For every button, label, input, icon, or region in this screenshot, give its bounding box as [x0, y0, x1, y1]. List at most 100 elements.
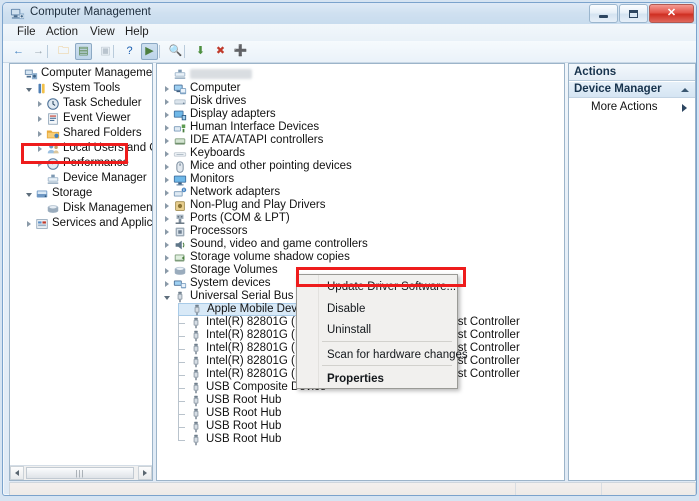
port-icon: [173, 212, 187, 226]
menu-view[interactable]: View: [88, 26, 117, 38]
add-legacy-hardware-icon-glyph: ➕: [234, 46, 248, 57]
device-tree-root[interactable]: [162, 67, 252, 80]
device-tree-item-non-plug-and-play-drivers[interactable]: Non-Plug and Play Drivers: [162, 199, 326, 212]
chevron-up-icon[interactable]: [681, 88, 689, 92]
device-tree-item-mice-and-other-pointing-devices[interactable]: Mice and other pointing devices: [162, 160, 352, 173]
expand-arrow-icon[interactable]: [162, 212, 172, 225]
expand-arrow-icon[interactable]: [35, 142, 45, 155]
scroll-right-icon[interactable]: [138, 466, 152, 480]
console-tree-item-computer-management-local[interactable]: Computer Management (Local: [13, 67, 153, 80]
expand-arrow-icon[interactable]: [35, 127, 45, 140]
device-tree-item-network-adapters[interactable]: Network adapters: [162, 186, 280, 199]
console-tree-item-event-viewer[interactable]: Event Viewer: [35, 112, 131, 125]
collapse-arrow-icon[interactable]: [24, 187, 34, 200]
add-legacy-hardware-icon[interactable]: ➕: [232, 43, 249, 60]
help-icon[interactable]: ?: [121, 43, 138, 60]
expand-arrow-icon[interactable]: [162, 160, 172, 173]
console-tree-item-services-and-applications[interactable]: Services and Applications: [24, 217, 153, 230]
device-tree-item-human-interface-devices[interactable]: Human Interface Devices: [162, 121, 319, 134]
expand-arrow-icon[interactable]: [162, 186, 172, 199]
console-tree-item-disk-management[interactable]: Disk Management: [35, 202, 153, 215]
menu-file[interactable]: File: [15, 26, 38, 38]
device-tree-item-usb-root-hub[interactable]: USB Root Hub: [178, 420, 281, 433]
more-actions-item[interactable]: More Actions: [569, 100, 695, 116]
expand-arrow-icon[interactable]: [162, 277, 172, 290]
expand-arrow-icon[interactable]: [35, 97, 45, 110]
device-tree-item-keyboards[interactable]: Keyboards: [162, 147, 245, 160]
computer-icon: [172, 82, 187, 96]
device-context-menu[interactable]: Update Driver Software...DisableUninstal…: [296, 274, 458, 389]
up-folder-icon[interactable]: 🗀: [55, 43, 72, 60]
device-tree-item-label: Processors: [190, 225, 248, 238]
context-menu-item-update-driver-software[interactable]: Update Driver Software...: [320, 277, 457, 297]
console-tree-item-shared-folders[interactable]: Shared Folders: [35, 127, 142, 140]
forward-arrow-icon[interactable]: →: [30, 43, 47, 60]
expand-arrow-icon[interactable]: [35, 157, 45, 170]
expand-arrow-icon[interactable]: [162, 108, 172, 121]
console-tree-item-system-tools[interactable]: System Tools: [24, 82, 120, 95]
expand-arrow-icon[interactable]: [162, 199, 172, 212]
expand-arrow-icon[interactable]: [162, 173, 172, 186]
context-menu-item-properties[interactable]: Properties: [320, 369, 457, 389]
expand-arrow-icon[interactable]: [35, 112, 45, 125]
device-tree-item-storage-volumes[interactable]: Storage Volumes: [162, 264, 278, 277]
console-tree-item-task-scheduler[interactable]: Task Scheduler: [35, 97, 142, 110]
tree-indent-spacer: [178, 316, 188, 329]
device-tree-item-processors[interactable]: Processors: [162, 225, 248, 238]
device-tree-item-storage-volume-shadow-copies[interactable]: Storage volume shadow copies: [162, 251, 350, 264]
device-tree-item-usb-root-hub[interactable]: USB Root Hub: [178, 433, 281, 446]
usb-icon: [173, 290, 187, 304]
console-tree-item-performance[interactable]: Performance: [35, 157, 129, 170]
device-tree-item-disk-drives[interactable]: Disk drives: [162, 95, 246, 108]
uninstall-device-icon[interactable]: ✖: [212, 43, 229, 60]
device-tree-item-sound-video-and-game-controllers[interactable]: Sound, video and game controllers: [162, 238, 368, 251]
close-button[interactable]: ✕: [649, 4, 694, 23]
device-tree-item-system-devices[interactable]: System devices: [162, 277, 271, 290]
expand-arrow-icon[interactable]: [162, 82, 172, 95]
console-tree-item-storage[interactable]: Storage: [24, 187, 92, 200]
menu-help[interactable]: Help: [123, 26, 151, 38]
context-menu-item-uninstall[interactable]: Uninstall: [320, 320, 457, 340]
status-segment-2: [601, 483, 603, 496]
monitor-icon: [172, 173, 187, 187]
properties-icon[interactable]: ▣: [97, 43, 114, 60]
console-tree-hscrollbar[interactable]: |||: [10, 465, 152, 480]
device-tree-item-monitors[interactable]: Monitors: [162, 173, 234, 186]
expand-arrow-icon[interactable]: [162, 134, 172, 147]
expand-arrow-icon[interactable]: [162, 121, 172, 134]
menu-action[interactable]: Action: [44, 26, 80, 38]
expand-arrow-icon[interactable]: [162, 251, 172, 264]
show-hide-tree-icon-glyph: ▤: [78, 46, 88, 57]
device-tree-item-usb-root-hub[interactable]: USB Root Hub: [178, 394, 281, 407]
scroll-left-icon[interactable]: [10, 466, 24, 480]
console-tree-item-label: System Tools: [52, 82, 120, 95]
expand-arrow-icon[interactable]: [162, 225, 172, 238]
device-tree-item-ports-com-lpt[interactable]: Ports (COM & LPT): [162, 212, 290, 225]
device-tree-item-label: Ports (COM & LPT): [190, 212, 290, 225]
device-tree-item-computer[interactable]: Computer: [162, 82, 241, 95]
device-tree-item-usb-root-hub[interactable]: USB Root Hub: [178, 407, 281, 420]
device-tree-item-display-adapters[interactable]: Display adapters: [162, 108, 276, 121]
console-tree-item-local-users-and-groups[interactable]: Local Users and Groups: [35, 142, 153, 155]
context-menu-item-disable[interactable]: Disable: [320, 299, 457, 319]
expand-arrow-icon[interactable]: [162, 147, 172, 160]
back-arrow-icon[interactable]: ←: [10, 43, 27, 60]
show-hide-console-icon[interactable]: ▶: [141, 43, 158, 60]
actions-section-device-manager[interactable]: Device Manager: [569, 82, 695, 98]
show-hide-tree-icon[interactable]: ▤: [75, 43, 92, 60]
expand-arrow-icon[interactable]: [162, 95, 172, 108]
collapse-arrow-icon[interactable]: [162, 290, 172, 303]
device-tree-item-ide-ata-atapi-controllers[interactable]: IDE ATA/ATAPI controllers: [162, 134, 323, 147]
minimize-button[interactable]: [589, 4, 618, 23]
hscrollbar-thumb[interactable]: |||: [26, 467, 134, 479]
maximize-button[interactable]: [619, 4, 648, 23]
scan-devices-icon[interactable]: 🔍: [167, 43, 184, 60]
expand-arrow-icon[interactable]: [162, 264, 172, 277]
expand-arrow-icon[interactable]: [162, 238, 172, 251]
update-driver-icon[interactable]: ⬇: [192, 43, 209, 60]
disk-management-icon: [45, 202, 60, 216]
collapse-arrow-icon[interactable]: [24, 82, 34, 95]
context-menu-item-scan-for-hardware-changes[interactable]: Scan for hardware changes: [320, 345, 457, 365]
console-tree-item-device-manager[interactable]: Device Manager: [35, 172, 147, 185]
expand-arrow-icon[interactable]: [24, 217, 34, 230]
